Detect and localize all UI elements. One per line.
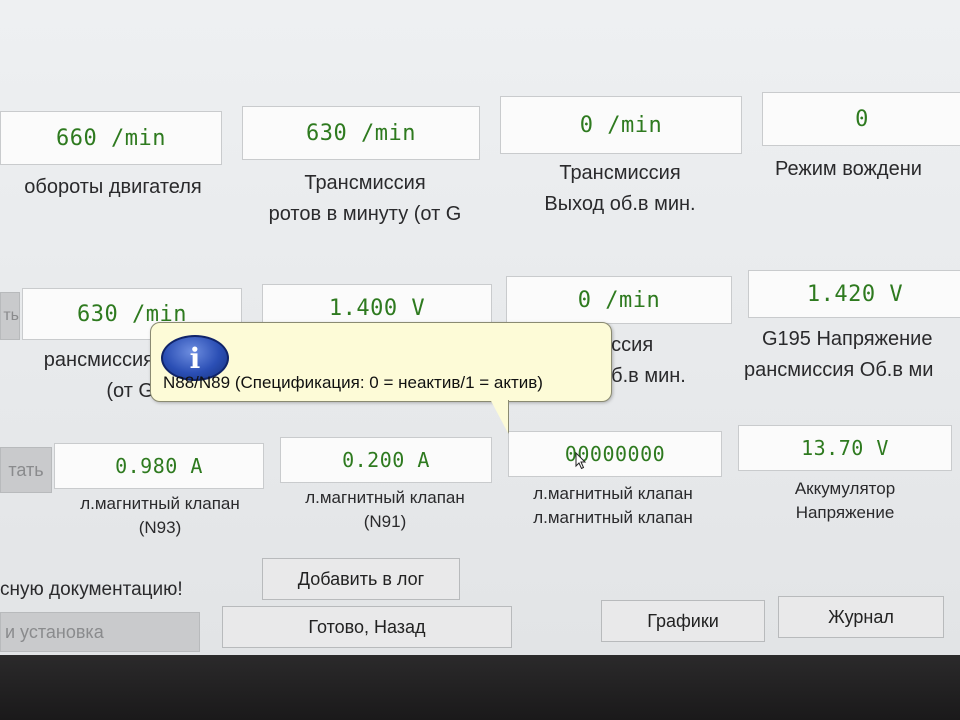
info-tooltip: i N88/N89 (Спецификация: 0 = неактив/1 =… [150,322,612,402]
done-back-button[interactable]: Готово, Назад [222,606,512,648]
label-line: л.магнитный клапан [533,484,693,503]
label-line: G195 Напряжение [762,328,933,350]
label-engine-rpm: обороты двигателя [0,172,226,203]
label-g195-voltage: G195 Напряжение рансмиссия Об.в ми [740,324,960,386]
label-battery-voltage: Аккумулятор Напряжение [740,477,950,525]
label-line: рансмиссия Об.в ми [744,359,934,381]
label-transmission-output: Трансмиссия Выход об.в мин. [500,158,740,220]
value-n91-current: 0.200 A [280,437,492,483]
label-transmission-rpm: Трансмиссия ротов в минуту (от G [245,168,485,230]
label-line: Аккумулятор [794,479,896,498]
value-g195-voltage: 1.420 V [748,270,960,318]
label-line: л.магнитный клапан [533,508,693,527]
label-line: л.магнитный клапан [80,494,240,513]
label-n91: л.магнитный клапан (N91) [280,486,490,534]
label-n88-n89: л.магнитный клапан л.магнитный клапан [506,482,720,530]
label-line: (от G [106,380,154,402]
label-line: Трансмиссия [304,172,426,194]
value-n88-n89-status: 00000000 [508,431,722,477]
value-transmission-rpm: 630 /min [242,106,480,160]
value-n93-current: 0.980 A [54,443,264,489]
label-line: об.в мин. [600,365,686,387]
label-transmission-output-2: иссия об.в мин. [600,330,730,392]
label-drive-mode: Режим вождени [775,154,960,185]
mouse-cursor-icon [575,452,587,470]
add-to-log-button[interactable]: Добавить в лог [262,558,460,600]
graphs-button[interactable]: Графики [601,600,765,642]
tooltip-tail [490,399,508,433]
label-n93: л.магнитный клапан (N93) [55,492,265,540]
value-transmission-output: 0 /min [500,96,742,154]
label-line: (N91) [363,512,407,531]
documentation-hint: сную документацию! [0,579,183,600]
install-button[interactable]: и установка [0,612,200,652]
monitor-bezel [0,655,960,720]
label-line: Напряжение [795,503,895,522]
value-battery-voltage: 13.70 V [738,425,952,471]
diagnostic-screen: 660 /min 630 /min 0 /min 0 обороты двига… [0,0,960,660]
label-line: Режим вождени [775,158,922,180]
tooltip-text: N88/N89 (Спецификация: 0 = неактив/1 = а… [163,373,543,392]
label-line: л.магнитный клапан [305,488,465,507]
journal-button[interactable]: Журнал [778,596,944,638]
label-transmission-rpm-2: рансмиссия (от G [0,345,160,407]
label-line: иссия [600,334,654,356]
value-transmission-output-2: 0 /min [506,276,732,324]
label-line: обороты двигателя [24,176,202,198]
value-drive-mode: 0 [762,92,960,146]
label-line: Выход об.в мин. [544,193,696,215]
label-line: Трансмиссия [559,162,681,184]
label-line: ротов в минуту (от G [268,203,462,225]
row3-action-button[interactable]: тать [0,447,52,493]
row2-action-button[interactable]: ть [0,292,20,340]
label-line: (N93) [138,518,182,537]
label-line: рансмиссия [43,349,154,371]
value-engine-rpm: 660 /min [0,111,222,165]
